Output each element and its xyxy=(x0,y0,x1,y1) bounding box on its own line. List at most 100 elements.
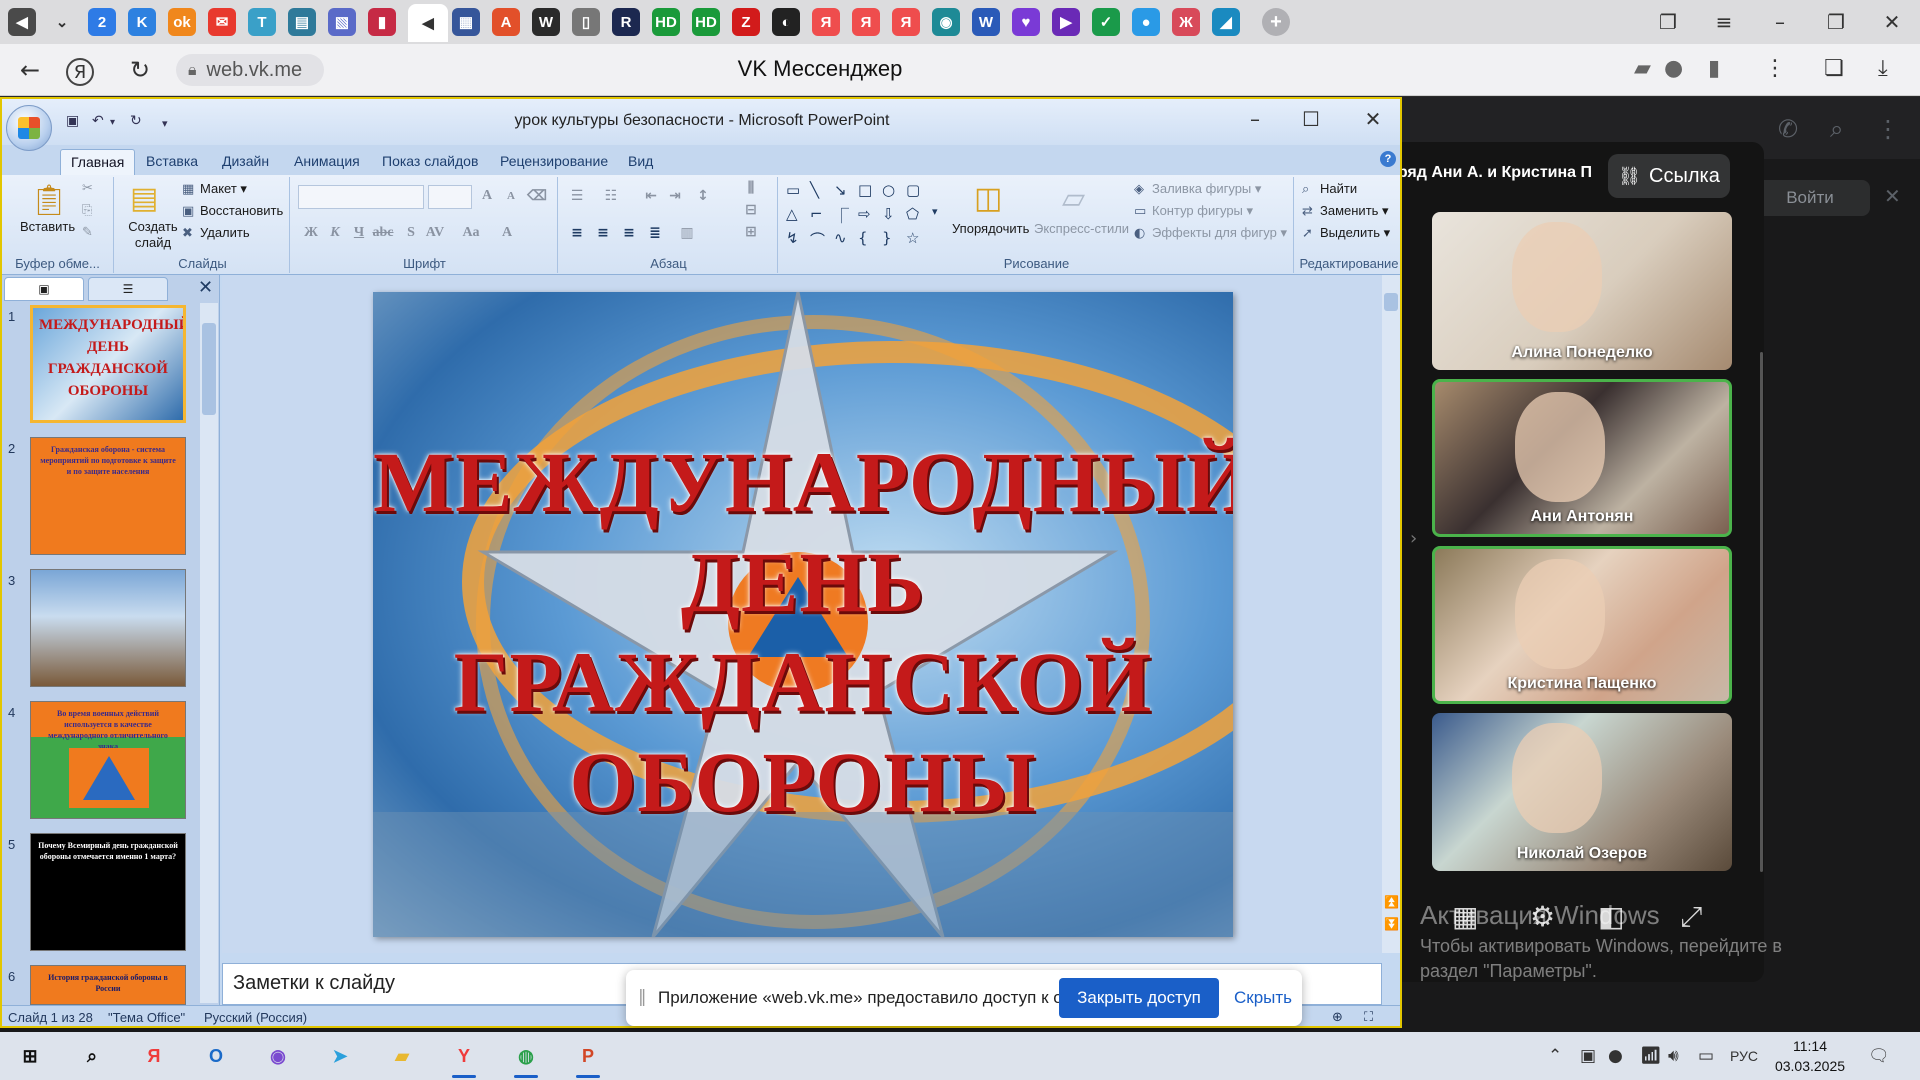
chevron-up-icon[interactable]: ⌃ xyxy=(1548,1046,1562,1066)
right-arrow-shape-icon[interactable]: ⇨ xyxy=(858,205,871,223)
undo-dropdown-icon[interactable]: ▾ xyxy=(110,117,115,128)
call-link-button[interactable]: ⛓ Ссылка xyxy=(1608,154,1730,198)
tab-design[interactable]: Дизайн xyxy=(212,149,279,175)
reload-button[interactable]: ↻ xyxy=(122,54,158,86)
ppt-minimize-button[interactable]: – xyxy=(1232,105,1278,133)
star-shape-icon[interactable]: ☆ xyxy=(906,229,919,247)
login-button[interactable]: Войти xyxy=(1750,180,1870,216)
restore-button[interactable]: ❐ xyxy=(1808,0,1864,44)
shape-outline-button[interactable]: ▭ Контур фигуры ▾ xyxy=(1134,203,1253,219)
tab-slideshow[interactable]: Показ слайдов xyxy=(372,149,488,175)
chevron-right-icon[interactable]: › xyxy=(1410,528,1417,549)
ppt-close-button[interactable]: ✕ xyxy=(1350,105,1396,133)
underline-icon[interactable]: Ч xyxy=(348,222,370,244)
network-icon[interactable]: 📶︎ xyxy=(1640,1046,1662,1066)
tab-ya2-icon[interactable]: Я xyxy=(852,8,880,36)
tab-ya1-icon[interactable]: Я xyxy=(812,8,840,36)
search-button-icon[interactable]: ⌕ xyxy=(74,1040,110,1072)
shape-fill-button[interactable]: ◈ Заливка фигуры ▾ xyxy=(1134,181,1261,197)
arrange-icon[interactable]: ◫ xyxy=(974,181,1002,216)
thumbnail-scrollbar[interactable] xyxy=(200,303,218,1003)
align-center-icon[interactable]: ≡ xyxy=(592,222,614,244)
notifications-icon[interactable]: 🗨︎ xyxy=(1868,1046,1890,1066)
delete-button[interactable]: ✖ Удалить xyxy=(182,225,250,241)
battery-icon[interactable]: ▭ xyxy=(1698,1046,1714,1066)
select-button[interactable]: ➚ Выделить ▾ xyxy=(1302,225,1390,241)
shrink-font-icon[interactable]: A xyxy=(500,185,522,207)
stop-sharing-button[interactable]: Закрыть доступ xyxy=(1059,978,1219,1018)
spacing-icon[interactable]: AV xyxy=(424,222,446,244)
connector-shape-icon[interactable]: ⎾ xyxy=(834,205,849,226)
slide-scroll-thumb[interactable] xyxy=(1384,293,1398,311)
bold-icon[interactable]: Ж xyxy=(300,222,322,244)
more-icon[interactable]: ⋮ xyxy=(1764,56,1786,81)
font-name-combo[interactable] xyxy=(298,185,424,209)
slide-thumbnail[interactable]: Гражданская оборона - система мероприяти… xyxy=(30,437,186,555)
drag-handle-icon[interactable]: ‖ xyxy=(638,987,647,1007)
menu-icon[interactable]: ≡ xyxy=(1696,0,1752,44)
outline-tab-icon[interactable]: ☰ xyxy=(88,277,168,301)
tab-view[interactable]: Вид xyxy=(618,149,663,175)
textbox-shape-icon[interactable]: ▭ xyxy=(786,181,800,199)
tab-check-icon[interactable]: ✓ xyxy=(1092,8,1120,36)
tab-hd1-icon[interactable]: HD xyxy=(652,8,680,36)
chrome-app-icon[interactable]: ◍ xyxy=(508,1040,544,1078)
ppt-maximize-button[interactable]: ☐ xyxy=(1288,105,1334,133)
paste-icon[interactable]: 📋︎ xyxy=(30,183,68,218)
current-slide[interactable]: МЕЖДУНАРОДНЫЙ ДЕНЬ ГРАЖДАНСКОЙ ОБОРОНЫ xyxy=(373,292,1233,937)
collections-icon[interactable]: ❏ xyxy=(1824,56,1844,81)
customize-qat-icon[interactable]: ▾ xyxy=(162,117,168,130)
tab-2-icon[interactable]: 2 xyxy=(88,8,116,36)
participant-tile[interactable]: Алина Понеделко xyxy=(1432,212,1732,370)
tab-t-icon[interactable]: T xyxy=(248,8,276,36)
italic-icon[interactable]: К xyxy=(324,222,346,244)
tab-home[interactable]: Главная xyxy=(60,149,136,175)
tab-dots-icon[interactable]: ● xyxy=(1132,8,1160,36)
search-icon[interactable]: ⌕ xyxy=(1830,115,1843,143)
text-direction-icon[interactable]: ⫼ xyxy=(740,177,762,199)
hide-banner-button[interactable]: Скрыть xyxy=(1234,988,1292,1008)
bookmark-icon[interactable]: ▮ xyxy=(1708,56,1720,81)
justify-icon[interactable]: ≣ xyxy=(644,222,666,244)
tab-flag-icon[interactable]: ▶ xyxy=(1052,8,1080,36)
tab-mail-icon[interactable]: ✉ xyxy=(208,8,236,36)
thumbnail-scroll-thumb[interactable] xyxy=(202,323,216,415)
new-slide-button[interactable]: Создать слайд xyxy=(124,219,182,251)
shadow-icon[interactable]: S xyxy=(400,222,422,244)
explorer-app-icon[interactable]: ▰ xyxy=(384,1040,420,1072)
minimize-button[interactable]: – xyxy=(1752,0,1808,44)
down-arrow-shape-icon[interactable]: ⇩ xyxy=(882,205,895,223)
tab-a-icon[interactable]: A xyxy=(492,8,520,36)
tab-ya3-icon[interactable]: Я xyxy=(892,8,920,36)
format-painter-icon[interactable]: ✎ xyxy=(82,225,93,240)
yandex-button[interactable]: Я xyxy=(66,58,94,86)
input-language[interactable]: РУС xyxy=(1730,1048,1758,1064)
microphone-icon[interactable]: ● xyxy=(1664,56,1683,81)
font-size-combo[interactable] xyxy=(428,185,472,209)
new-tab-button[interactable]: + xyxy=(1262,8,1290,36)
yandex-browser-app-icon[interactable]: Y xyxy=(446,1040,482,1078)
freeform-shape-icon[interactable]: ∿ xyxy=(834,229,847,247)
slide-thumbnail[interactable]: Во время военных действий используется в… xyxy=(30,701,186,819)
tab-m-icon[interactable]: ▦ xyxy=(452,8,480,36)
tab-file-icon[interactable]: ▯ xyxy=(572,8,600,36)
rect-shape-icon[interactable]: □ xyxy=(858,181,872,199)
rounded-rect-shape-icon[interactable]: ▢ xyxy=(906,181,920,199)
shapes-more-icon[interactable]: ▾ xyxy=(932,205,938,218)
triangle-shape-icon[interactable]: △ xyxy=(786,205,798,223)
tab-w-icon[interactable]: W xyxy=(532,8,560,36)
outlook-app-icon[interactable]: O xyxy=(198,1040,234,1072)
line-shape-icon[interactable]: ╲ xyxy=(810,181,819,199)
layout-button[interactable]: ▦ Макет ▾ xyxy=(182,181,247,197)
strike-icon[interactable]: abc xyxy=(372,222,394,244)
font-color-icon[interactable]: A xyxy=(496,222,518,244)
smartart-icon[interactable]: ⊞ xyxy=(740,221,762,243)
system-clock[interactable]: 11:14 03.03.2025 xyxy=(1774,1036,1846,1076)
tab-list-chevron-icon-icon[interactable]: ⌄ xyxy=(48,8,76,36)
start-button-icon[interactable]: ⊞ xyxy=(12,1040,48,1072)
tab-z-icon[interactable]: Z xyxy=(732,8,760,36)
shapes-gallery[interactable]: ▭ ╲ ↘ □ ○ ▢ △ ⌐ ⎾ ⇨ ⇩ ⬠ ↯ ⌒ ∿ { } ☆ ▾ xyxy=(786,181,950,251)
slide-thumbnail[interactable]: Почему Всемирный день гражданской оборон… xyxy=(30,833,186,951)
tab-red-icon[interactable]: ▮ xyxy=(368,8,396,36)
tab-wd-icon[interactable]: W xyxy=(972,8,1000,36)
